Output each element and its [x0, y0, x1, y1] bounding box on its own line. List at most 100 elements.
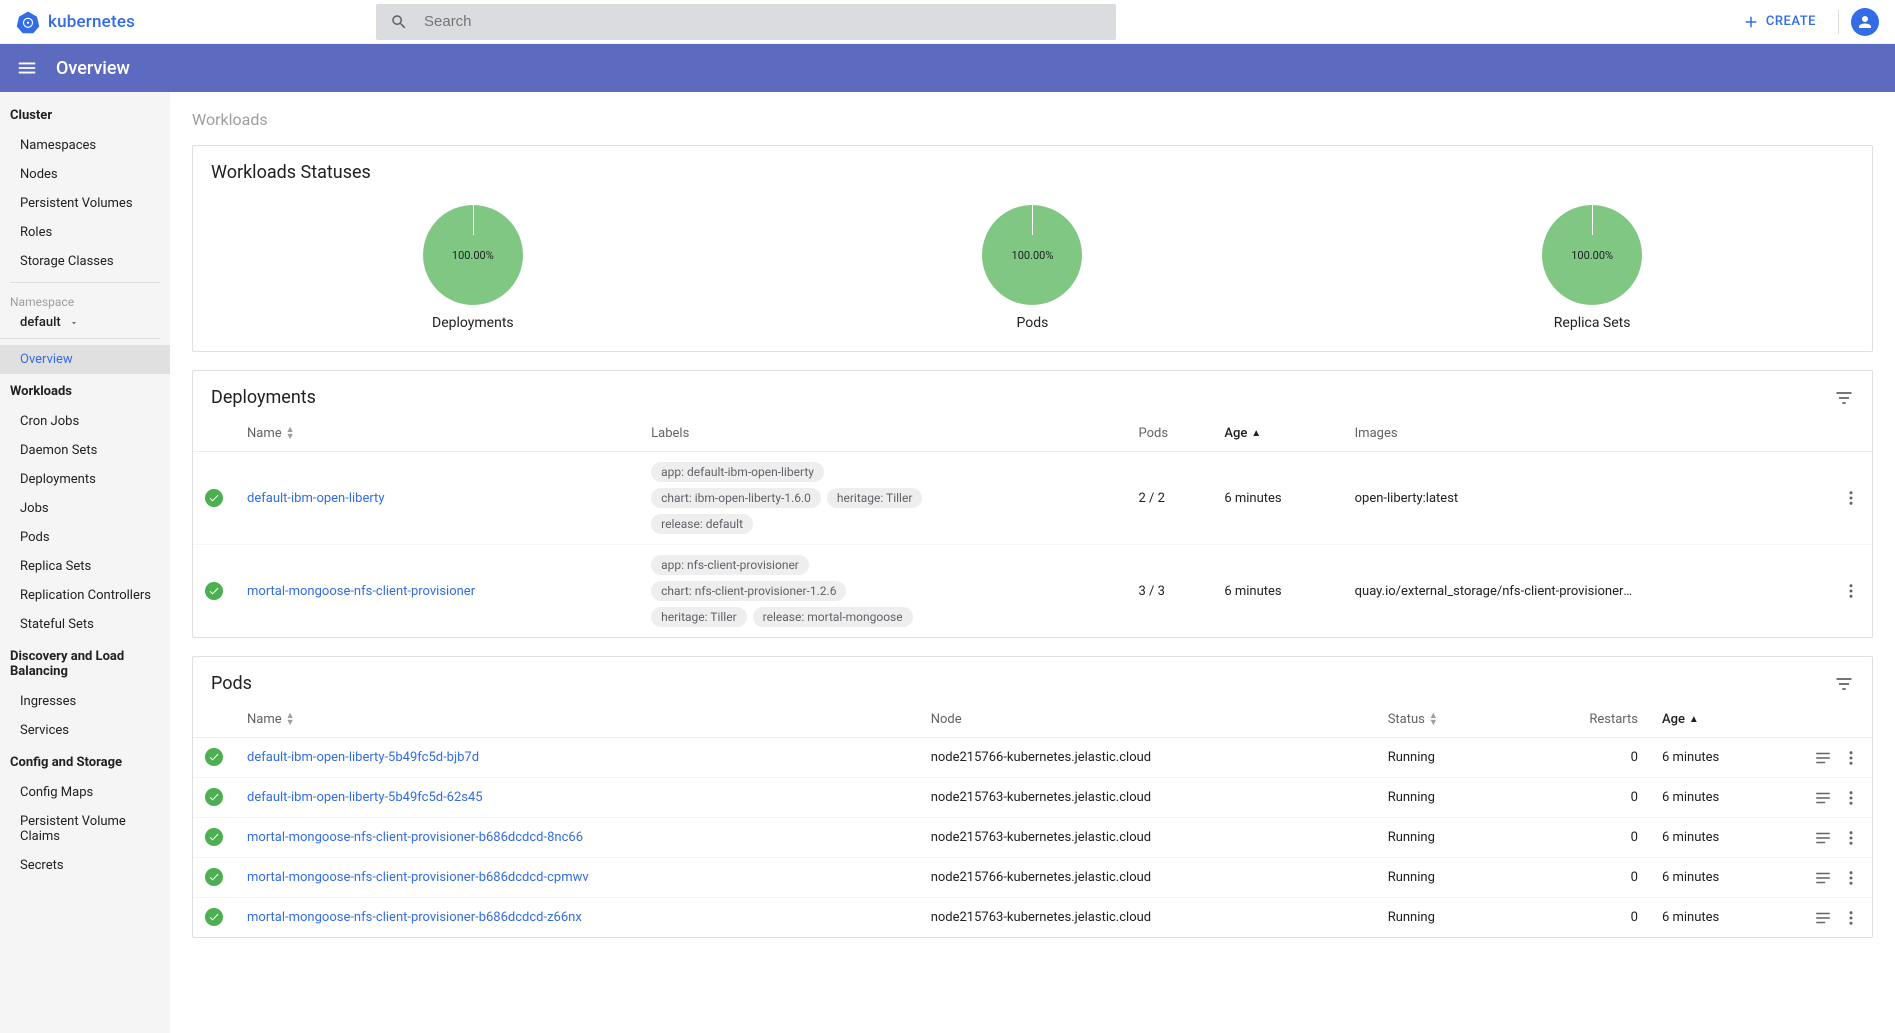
sidebar-item-pvc[interactable]: Persistent Volume Claims	[0, 807, 170, 851]
label-chip: heritage: Tiller	[827, 488, 923, 508]
filter-button[interactable]	[1834, 388, 1854, 408]
create-label: CREATE	[1766, 14, 1816, 29]
sidebar-item-persistent-volumes[interactable]: Persistent Volumes	[0, 189, 170, 218]
divider	[1838, 10, 1839, 34]
age-value: 6 minutes	[1212, 452, 1342, 545]
age-value: 6 minutes	[1650, 738, 1802, 778]
pod-link[interactable]: mortal-mongoose-nfs-client-provisioner-b…	[247, 830, 583, 845]
search-input[interactable]	[424, 13, 1102, 30]
sort-up-icon: ▲	[1251, 430, 1261, 437]
status-deployments: 100.00% Deployments	[423, 205, 523, 331]
create-button[interactable]: CREATE	[1732, 7, 1826, 37]
status-ok-icon	[205, 748, 223, 766]
sidebar-item-ingresses[interactable]: Ingresses	[0, 687, 170, 716]
plus-icon	[1742, 13, 1760, 31]
more-menu[interactable]	[1842, 829, 1860, 847]
labels-cell: app: nfs-client-provisionerchart: nfs-cl…	[651, 555, 931, 627]
pods-card: Pods Name▲▼ Node Status▲▼ Restarts Age▲	[192, 656, 1873, 938]
filter-icon	[1834, 674, 1854, 694]
sidebar-item-pods[interactable]: Pods	[0, 523, 170, 552]
pod-link[interactable]: default-ibm-open-liberty-5b49fc5d-62s45	[247, 790, 483, 805]
table-row: default-ibm-open-liberty app: default-ib…	[193, 452, 1872, 545]
sidebar-item-cronjobs[interactable]: Cron Jobs	[0, 407, 170, 436]
sidebar-item-overview[interactable]: Overview	[0, 345, 170, 374]
pods-count: 3 / 3	[1126, 545, 1212, 638]
user-menu[interactable]	[1851, 8, 1879, 36]
node-value: node215763-kubernetes.jelastic.cloud	[919, 778, 1376, 818]
statuses-body: 100.00% Deployments 100.00% Pods 100.00%…	[193, 191, 1872, 351]
status-pods: 100.00% Pods	[982, 205, 1082, 331]
age-value: 6 minutes	[1212, 545, 1342, 638]
col-images: Images	[1343, 416, 1830, 452]
status-value: Running	[1376, 738, 1515, 778]
app-name: kubernetes	[48, 12, 135, 32]
col-labels: Labels	[639, 416, 1126, 452]
more-menu[interactable]	[1842, 869, 1860, 887]
hamburger-menu[interactable]	[12, 53, 42, 83]
label-chip: release: default	[651, 514, 753, 534]
image-value: open-liberty:latest	[1355, 491, 1459, 506]
sidebar-section-discovery: Discovery and Load Balancing	[0, 639, 170, 687]
menu-icon	[16, 57, 38, 79]
sidebar-item-secrets[interactable]: Secrets	[0, 851, 170, 880]
more-menu[interactable]	[1842, 582, 1860, 600]
col-name[interactable]: Name▲▼	[235, 416, 639, 452]
restarts-value: 0	[1514, 778, 1650, 818]
col-age[interactable]: Age▲	[1212, 416, 1342, 452]
sidebar-item-replication-controllers[interactable]: Replication Controllers	[0, 581, 170, 610]
deployments-table: Name▲▼ Labels Pods Age▲ Images default-i…	[193, 416, 1872, 637]
label-chip: chart: ibm-open-liberty-1.6.0	[651, 488, 821, 508]
search-icon	[390, 13, 408, 31]
logs-button[interactable]	[1814, 789, 1832, 807]
logo-area[interactable]: kubernetes	[16, 10, 376, 34]
sidebar-item-nodes[interactable]: Nodes	[0, 160, 170, 189]
sidebar-item-services[interactable]: Services	[0, 716, 170, 745]
logs-button[interactable]	[1814, 749, 1832, 767]
sidebar-item-jobs[interactable]: Jobs	[0, 494, 170, 523]
status-label: Deployments	[432, 315, 514, 331]
search-box[interactable]	[376, 4, 1116, 40]
donut-percent: 100.00%	[452, 249, 494, 262]
more-menu[interactable]	[1842, 909, 1860, 927]
sidebar-item-roles[interactable]: Roles	[0, 218, 170, 247]
more-menu[interactable]	[1842, 489, 1860, 507]
sidebar-item-configmaps[interactable]: Config Maps	[0, 778, 170, 807]
node-value: node215766-kubernetes.jelastic.cloud	[919, 738, 1376, 778]
namespace-selector[interactable]: default	[0, 311, 160, 339]
sidebar-item-statefulsets[interactable]: Stateful Sets	[0, 610, 170, 639]
more-menu[interactable]	[1842, 749, 1860, 767]
filter-button[interactable]	[1834, 674, 1854, 694]
pod-link[interactable]: mortal-mongoose-nfs-client-provisioner-b…	[247, 870, 589, 885]
namespace-label: Namespace	[0, 289, 170, 311]
status-value: Running	[1376, 858, 1515, 898]
content: Workloads Workloads Statuses 100.00% Dep…	[170, 92, 1895, 1033]
sidebar-item-replicasets[interactable]: Replica Sets	[0, 552, 170, 581]
pod-link[interactable]: mortal-mongoose-nfs-client-provisioner-b…	[247, 910, 582, 925]
col-age[interactable]: Age▲	[1650, 702, 1802, 738]
card-title: Deployments	[193, 371, 1872, 416]
divider	[10, 282, 160, 283]
sidebar-section-config: Config and Storage	[0, 745, 170, 778]
status-value: Running	[1376, 778, 1515, 818]
deployment-link[interactable]: mortal-mongoose-nfs-client-provisioner	[247, 584, 475, 599]
sidebar-item-namespaces[interactable]: Namespaces	[0, 131, 170, 160]
label-chip: app: nfs-client-provisioner	[651, 555, 809, 575]
logs-button[interactable]	[1814, 869, 1832, 887]
col-restarts: Restarts	[1514, 702, 1650, 738]
age-value: 6 minutes	[1650, 818, 1802, 858]
pod-link[interactable]: default-ibm-open-liberty-5b49fc5d-bjb7d	[247, 750, 479, 765]
deployment-link[interactable]: default-ibm-open-liberty	[247, 491, 384, 506]
more-menu[interactable]	[1842, 789, 1860, 807]
sidebar-item-deployments[interactable]: Deployments	[0, 465, 170, 494]
sidebar-item-storage-classes[interactable]: Storage Classes	[0, 247, 170, 276]
sidebar-item-daemonsets[interactable]: Daemon Sets	[0, 436, 170, 465]
table-row: mortal-mongoose-nfs-client-provisioner-b…	[193, 858, 1872, 898]
logs-button[interactable]	[1814, 909, 1832, 927]
col-name[interactable]: Name▲▼	[235, 702, 919, 738]
card-title-text: Deployments	[211, 387, 316, 408]
logs-button[interactable]	[1814, 829, 1832, 847]
restarts-value: 0	[1514, 898, 1650, 938]
age-value: 6 minutes	[1650, 898, 1802, 938]
filter-icon	[1834, 388, 1854, 408]
col-status[interactable]: Status▲▼	[1376, 702, 1515, 738]
